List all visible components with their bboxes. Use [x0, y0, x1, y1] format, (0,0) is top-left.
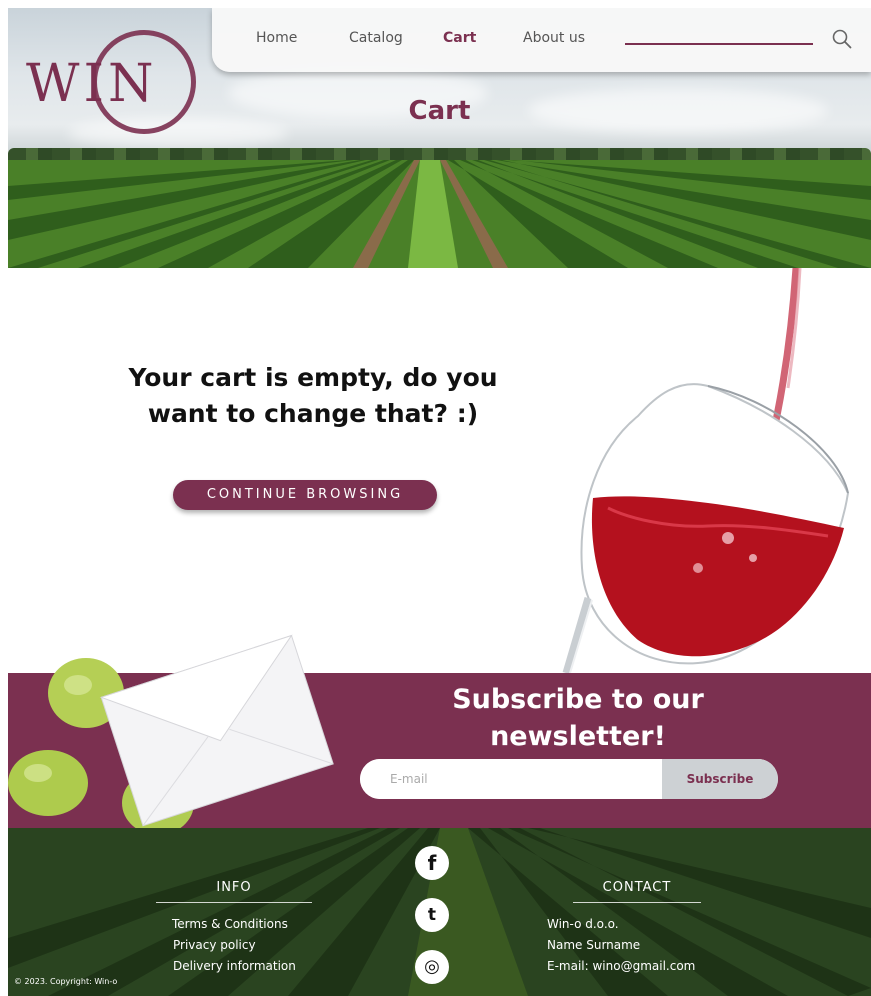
newsletter-title-line-2: newsletter!: [490, 721, 666, 752]
newsletter-title: Subscribe to our newsletter!: [398, 681, 758, 755]
facebook-icon[interactable]: f: [415, 846, 449, 880]
subscribe-button[interactable]: Subscribe: [662, 759, 778, 799]
nav-about-us[interactable]: About us: [523, 30, 585, 46]
link-terms-conditions[interactable]: Terms & Conditions: [172, 917, 288, 931]
search-icon[interactable]: [831, 28, 853, 50]
copyright-text: © 2023. Copyright: Win-o: [14, 977, 118, 986]
empty-cart-line-2: want to change that? :): [147, 399, 479, 428]
nav-catalog[interactable]: Catalog: [349, 30, 403, 46]
footer-contact-divider: [573, 902, 701, 903]
newsletter-section: Subscribe to our newsletter! Subscribe: [8, 634, 871, 835]
vineyard-field: [8, 160, 871, 268]
newsletter-title-line-1: Subscribe to our: [452, 684, 704, 715]
wine-glass-illustration: [562, 268, 850, 673]
link-privacy-policy[interactable]: Privacy policy: [173, 938, 256, 952]
empty-cart-message: Your cart is empty, do you want to chang…: [68, 360, 558, 432]
newsletter-form: Subscribe: [360, 759, 778, 799]
continue-browsing-button[interactable]: CONTINUE BROWSING: [173, 480, 437, 510]
page-title: Cart: [408, 96, 471, 126]
page: WIN Home Catalog Cart About us Cart Your…: [8, 8, 871, 996]
envelope-grapes-decoration: [8, 634, 334, 835]
footer-contact-title: CONTACT: [602, 880, 672, 895]
twitter-icon[interactable]: t: [415, 898, 449, 932]
empty-cart-line-1: Your cart is empty, do you: [128, 363, 498, 392]
contact-email[interactable]: E-mail: wino@gmail.com: [547, 959, 695, 973]
contact-company: Win-o d.o.o.: [547, 917, 619, 931]
footer: INFO Terms & Conditions Privacy policy D…: [8, 828, 871, 996]
instagram-icon[interactable]: ◎: [415, 950, 449, 984]
footer-info-divider: [156, 902, 312, 903]
email-field[interactable]: [360, 759, 662, 799]
nav-home[interactable]: Home: [256, 30, 297, 46]
contact-name: Name Surname: [547, 938, 641, 952]
link-delivery-information[interactable]: Delivery information: [173, 959, 296, 973]
nav-cart[interactable]: Cart: [443, 30, 476, 46]
top-navbar: Home Catalog Cart About us: [212, 8, 871, 72]
footer-info-title: INFO: [216, 880, 252, 895]
hero-banner: WIN Home Catalog Cart About us Cart: [8, 8, 871, 268]
search-input-line[interactable]: [625, 43, 813, 45]
